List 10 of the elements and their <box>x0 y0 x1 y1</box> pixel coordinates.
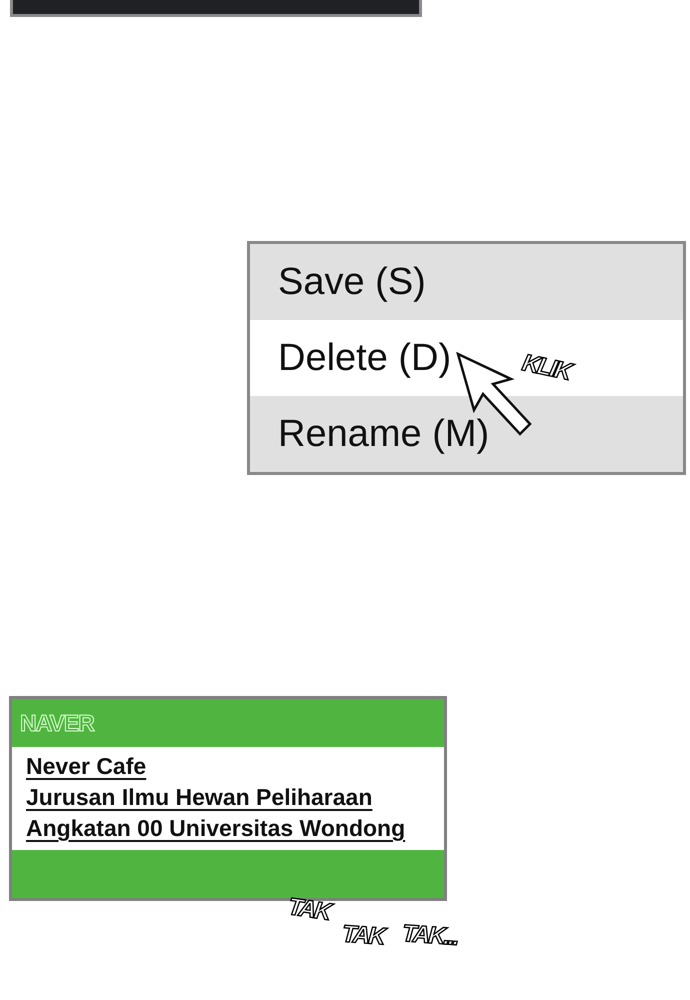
menu-item[interactable]: Save (S) <box>250 244 683 320</box>
sound-effect: TAK <box>341 920 384 952</box>
sound-effect: TAK... <box>401 920 458 952</box>
menu-item[interactable]: Rename (M) <box>250 396 683 472</box>
site-logo: NAVER <box>20 710 94 736</box>
title-text: Jurusan Ilmu Hewan Peliharaan <box>26 784 372 811</box>
title-text: Never Cafe <box>26 753 146 780</box>
sound-effect: KLIK <box>520 349 572 387</box>
sound-effect: TAK <box>286 893 332 927</box>
title-text: Angkatan 00 Universitas Wondong <box>26 815 406 842</box>
